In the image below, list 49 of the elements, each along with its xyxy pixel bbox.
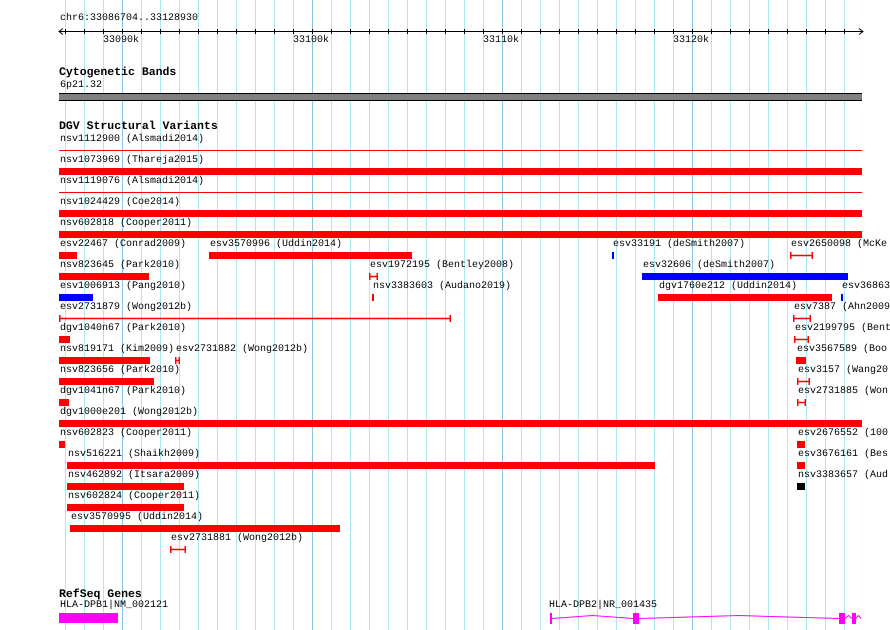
variant-label: esv2676552 (100: [798, 428, 888, 440]
variant-label: nsv462892 (Itsara2009): [68, 470, 200, 482]
variant-label: esv2731885 (Won: [798, 386, 888, 398]
track-title: RefSeq Genes: [59, 588, 142, 601]
variant-label: esv2731879 (Wong2012b): [60, 302, 192, 314]
variant-label: esv3157 (Wang20: [798, 365, 888, 377]
variant-label: nsv819171 (Kim2009): [60, 344, 174, 356]
variant-label: esv2731881 (Wong2012b): [171, 533, 304, 545]
variant-label: nsv1119076 (Alsmadi2014): [60, 176, 204, 188]
gene-label: HLA-DPB1|NM_002121: [60, 600, 168, 612]
variant-label: esv2199795 (Bent: [795, 323, 890, 335]
band-label: 6p21.32: [60, 80, 102, 92]
tick-label: 33120k: [673, 35, 710, 47]
variant-label: esv3567589 (Boo: [797, 344, 888, 356]
track-title: Cytogenetic Bands: [59, 66, 176, 80]
variant-label: esv33191 (deSmith2007): [613, 239, 746, 251]
variant-label: nsv3383657 (Aud: [798, 470, 888, 482]
variant-label: dgv1041n67 (Park2010): [60, 386, 186, 398]
variant-label: esv3570996 (Uddin2014): [210, 239, 342, 251]
track-title: DGV Structural Variants: [59, 120, 218, 134]
variant-label: esv1006913 (Pang2010): [60, 281, 186, 293]
gene-bar: [59, 613, 118, 623]
location-label: chr6:33086704..33128930: [60, 13, 198, 25]
tick-label: 33100k: [293, 35, 330, 47]
variant-label: dgv1000e201 (Wong2012b): [60, 407, 198, 419]
variant-label: nsv516221 (Shaikh2009): [68, 449, 200, 461]
variant-label: nsv602823 (Cooper2011): [60, 428, 192, 440]
variant-label: nsv823656 (Park2010): [60, 365, 180, 377]
variant-label: esv3676161 (Bes: [798, 449, 888, 461]
variant-label: esv2650098 (McKe: [791, 239, 888, 251]
tick-label: 33110k: [483, 35, 520, 47]
variant-label: esv2731882 (Wong2012b): [176, 344, 308, 356]
variant-label: dgv1760e212 (Uddin2014): [659, 281, 798, 293]
gene-label: HLA-DPB2|NR_001435: [549, 600, 658, 612]
variant-label: nsv1073969 (Thareja2015): [60, 155, 204, 167]
variant-label: nsv1112900 (Alsmadi2014): [60, 134, 204, 146]
tick-label: 33090k: [103, 35, 140, 47]
variant-label: esv36863: [842, 281, 890, 293]
variant-label: nsv823645 (Park2010): [60, 260, 180, 272]
variant-label: nsv602818 (Cooper2011): [60, 218, 192, 230]
variant-label: esv3570995 (Uddin2014): [71, 512, 204, 524]
variant-label: esv32606 (deSmith2007): [643, 260, 776, 272]
variant-label: nsv3383603 (Audano2019): [373, 281, 512, 293]
variant-label: esv1972195 (Bentley2008): [370, 260, 514, 272]
variant-label: esv22467 (Conrad2009): [60, 239, 186, 251]
variant-label: dgv1040n67 (Park2010): [60, 323, 186, 335]
variant-label: nsv602824 (Cooper2011): [68, 491, 200, 503]
variant-label: esv7387 (Ahn2009: [794, 302, 890, 314]
variant-label: nsv1024429 (Coe2014): [60, 197, 180, 209]
